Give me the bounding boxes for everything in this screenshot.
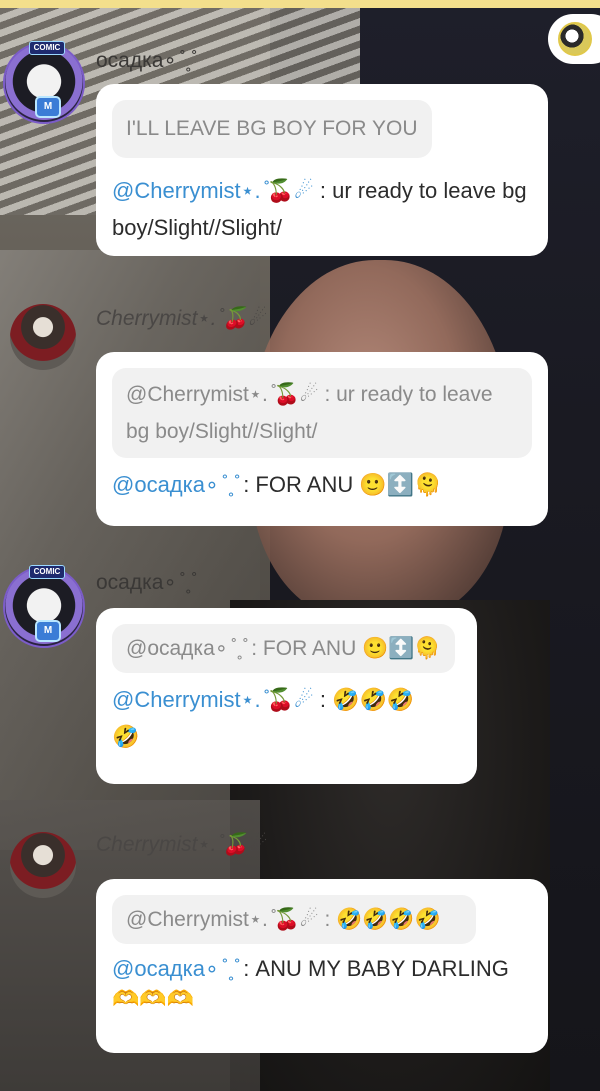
message-username[interactable]: Cherrymist⋆. ̊🍒☄︎ (96, 832, 267, 857)
avatar-badge-bottom: M (35, 620, 61, 642)
message-text: @осадка∘ ̊ ̥ ̊ : FOR ANU 🙂↕️🫠 (112, 466, 532, 503)
message-bubble[interactable]: I'LL LEAVE BG BOY FOR YOU @Cherrymist⋆. … (96, 84, 548, 256)
user-mention[interactable]: @Cherrymist⋆. ̊🍒☄︎ (112, 687, 314, 712)
quoted-mention: @осадка∘ ̊ ̥ ̊ (126, 637, 246, 660)
photo-avatar-icon[interactable] (10, 304, 76, 370)
message-text: @Cherrymist⋆. ̊🍒☄︎ : ur ready to leave b… (112, 172, 532, 246)
quoted-message[interactable]: I'LL LEAVE BG BOY FOR YOU (112, 100, 432, 158)
comic-avatar-icon[interactable]: COMIC M (3, 565, 85, 648)
quoted-message[interactable]: @осадка∘ ̊ ̥ ̊ : FOR ANU 🙂↕️🫠 (112, 624, 455, 673)
top-accent-bar (0, 0, 600, 8)
quoted-message[interactable]: @Cherrymist⋆. ̊🍒☄︎ : ur ready to leave b… (112, 368, 532, 458)
user-mention[interactable]: @Cherrymist⋆. ̊🍒☄︎ (112, 178, 314, 203)
quoted-text: : FOR ANU 🙂↕️🫠 (245, 637, 441, 660)
avatar-badge-top: COMIC (29, 41, 65, 55)
message-text: @Cherrymist⋆. ̊🍒☄︎ : 🤣🤣🤣🤣 (112, 681, 422, 755)
user-mention[interactable]: @осадка∘ ̊ ̥ ̊ (112, 472, 237, 497)
quoted-message[interactable]: @Cherrymist⋆. ̊🍒☄︎ : 🤣🤣🤣🤣 (112, 895, 476, 944)
message-username[interactable]: осадка∘ ̊ ̥ ̊ (96, 48, 194, 73)
message-bubble[interactable]: @Cherrymist⋆. ̊🍒☄︎ : 🤣🤣🤣🤣 @осадка∘ ̊ ̥ ̊… (96, 879, 548, 1053)
quoted-text: : 🤣🤣🤣🤣 (318, 908, 441, 931)
avatar-badge-top: COMIC (29, 565, 65, 579)
message-username[interactable]: осадка∘ ̊ ̥ ̊ (96, 570, 194, 595)
quoted-mention: @Cherrymist⋆. ̊🍒☄︎ (126, 383, 319, 406)
message-text: @осадка∘ ̊ ̥ ̊ : ANU MY BABY DARLING 🫶🫶🫶 (112, 954, 532, 1014)
reply-text: : FOR ANU 🙂↕️🫠 (237, 472, 442, 497)
active-members-chip[interactable] (548, 14, 600, 64)
quoted-text: I'LL LEAVE BG BOY FOR YOU (126, 117, 418, 140)
message-bubble[interactable]: @осадка∘ ̊ ̥ ̊ : FOR ANU 🙂↕️🫠 @Cherrymis… (96, 608, 477, 784)
message-bubble[interactable]: @Cherrymist⋆. ̊🍒☄︎ : ur ready to leave b… (96, 352, 548, 526)
quoted-mention: @Cherrymist⋆. ̊🍒☄︎ (126, 908, 319, 931)
photo-avatar-icon[interactable] (10, 832, 76, 898)
user-mention[interactable]: @осадка∘ ̊ ̥ ̊ (112, 956, 237, 981)
avatar-badge-bottom: M (35, 96, 61, 118)
comic-avatar-icon[interactable]: COMIC M (3, 41, 85, 124)
message-username[interactable]: Cherrymist⋆. ̊🍒☄︎ (96, 306, 267, 331)
member-avatar-icon (558, 22, 592, 56)
